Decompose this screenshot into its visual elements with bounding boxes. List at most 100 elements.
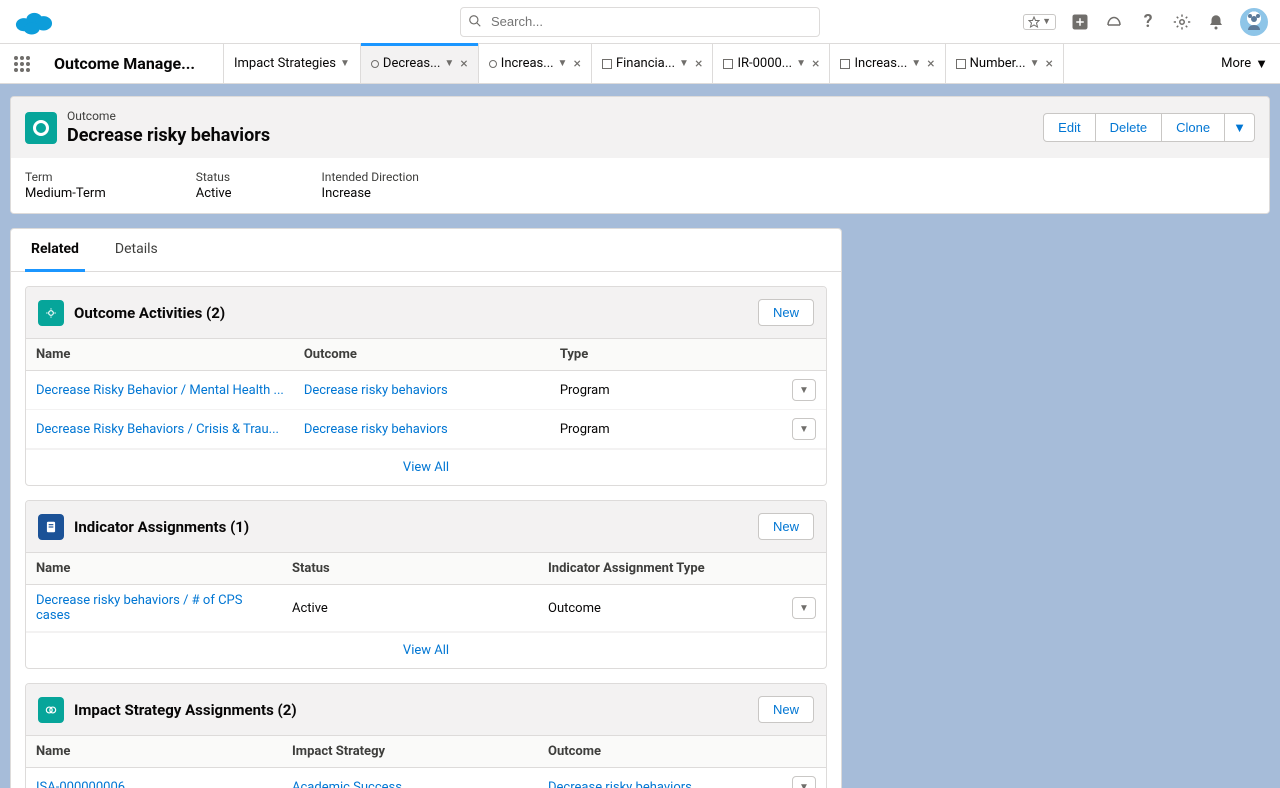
app-launcher-icon[interactable] <box>0 44 44 83</box>
row-actions-button[interactable]: ▼ <box>792 597 816 619</box>
nav-more[interactable]: More ▼ <box>1209 44 1280 83</box>
row-actions-button[interactable]: ▼ <box>792 418 816 440</box>
record-dot-icon <box>489 60 497 68</box>
row-actions-button[interactable]: ▼ <box>792 776 816 788</box>
activity-name-link[interactable]: Decrease Risky Behaviors / Crisis & Trau… <box>36 422 279 437</box>
related-panel: Related Details Outcome Activities (2) N… <box>10 228 842 788</box>
outcome-icon <box>25 112 57 144</box>
record-square-icon <box>840 59 850 69</box>
chevron-down-icon[interactable]: ▼ <box>558 58 568 69</box>
page-background: Outcome Decrease risky behaviors Edit De… <box>0 84 1280 788</box>
impact-strategy-assignments-icon <box>38 697 64 723</box>
col-status: Status <box>282 553 538 585</box>
record-object-label: Outcome <box>67 109 270 123</box>
delete-button[interactable]: Delete <box>1096 113 1163 142</box>
col-name: Name <box>26 339 294 371</box>
app-name: Outcome Manage... <box>44 44 224 83</box>
col-outcome: Outcome <box>294 339 550 371</box>
chevron-down-icon[interactable]: ▼ <box>1030 58 1040 69</box>
workspace-tab[interactable]: Financia... ▼ × <box>592 44 714 83</box>
indicator-assignments-card: Indicator Assignments (1) New Name Statu… <box>25 500 827 669</box>
tab-related[interactable]: Related <box>25 229 85 272</box>
tab-label: Decreas... <box>383 56 440 71</box>
app-nav-bar: Outcome Manage... Impact Strategies ▼ De… <box>0 44 1280 84</box>
activity-outcome-link[interactable]: Decrease risky behaviors <box>304 422 448 437</box>
new-indicator-assignment-button[interactable]: New <box>758 513 814 540</box>
search-input[interactable] <box>460 7 820 37</box>
table-row: Decrease Risky Behaviors / Crisis & Trau… <box>26 410 826 449</box>
nav-impact-strategies[interactable]: Impact Strategies ▼ <box>224 44 361 83</box>
col-type: Indicator Assignment Type <box>538 553 782 585</box>
close-icon[interactable]: × <box>460 56 467 72</box>
chevron-down-icon: ▼ <box>1255 56 1268 72</box>
workspace-tab[interactable]: IR-0000... ▼ × <box>713 44 830 83</box>
record-dot-icon <box>371 60 379 68</box>
indicator-name-link[interactable]: Decrease risky behaviors / # of CPS case… <box>36 593 242 623</box>
edit-button[interactable]: Edit <box>1043 113 1095 142</box>
outcome-activities-card: Outcome Activities (2) New Name Outcome … <box>25 286 827 486</box>
impact-strategy-assignments-card: Impact Strategy Assignments (2) New Name… <box>25 683 827 788</box>
chevron-down-icon[interactable]: ▼ <box>679 58 689 69</box>
indicator-type: Outcome <box>538 585 782 632</box>
salesforce-logo <box>12 7 54 37</box>
col-name: Name <box>26 553 282 585</box>
table-row: ISA-000000006 Academic Success Decrease ri… <box>26 768 826 788</box>
record-square-icon <box>602 59 612 69</box>
view-all-outcome-activities[interactable]: View All <box>403 460 449 475</box>
help-icon[interactable]: ? <box>1138 12 1158 32</box>
tab-label: Financia... <box>616 56 675 71</box>
col-type: Type <box>550 339 782 371</box>
tab-details[interactable]: Details <box>109 229 164 271</box>
activity-outcome-link[interactable]: Decrease risky behaviors <box>304 383 448 398</box>
tab-label: Increas... <box>854 56 907 71</box>
chevron-down-icon[interactable]: ▼ <box>340 58 350 69</box>
workspace-tab[interactable]: Decreas... ▼ × <box>361 44 479 83</box>
close-icon[interactable]: × <box>573 56 580 72</box>
tab-label: Number... <box>970 56 1026 71</box>
record-header-card: Outcome Decrease risky behaviors Edit De… <box>10 96 1270 214</box>
close-icon[interactable]: × <box>1046 56 1053 72</box>
col-name: Name <box>26 736 282 768</box>
direction-label: Intended Direction <box>322 170 419 184</box>
new-outcome-activity-button[interactable]: New <box>758 299 814 326</box>
workspace-tab[interactable]: Increas... ▼ × <box>830 44 945 83</box>
search-icon <box>468 14 482 32</box>
activity-name-link[interactable]: Decrease Risky Behavior / Mental Health … <box>36 383 284 398</box>
close-icon[interactable]: × <box>695 56 702 72</box>
chevron-down-icon[interactable]: ▼ <box>911 58 921 69</box>
favorites-button[interactable]: ▼ <box>1023 14 1056 30</box>
record-tabs: Related Details <box>11 229 841 272</box>
chevron-down-icon[interactable]: ▼ <box>796 58 806 69</box>
indicator-assignments-icon <box>38 514 64 540</box>
add-icon[interactable] <box>1070 12 1090 32</box>
tab-label: IR-0000... <box>737 56 792 71</box>
salesforce-help-icon[interactable] <box>1104 12 1124 32</box>
workspace-tab[interactable]: Number... ▼ × <box>946 44 1064 83</box>
isa-name-link[interactable]: ISA-000000006 <box>36 780 125 788</box>
impact-strategy-assignments-title: Impact Strategy Assignments (2) <box>74 701 297 719</box>
clone-button[interactable]: Clone <box>1162 113 1225 142</box>
record-actions: Edit Delete Clone ▼ <box>1043 113 1255 142</box>
user-avatar[interactable] <box>1240 8 1268 36</box>
workspace-tab[interactable]: Increas... ▼ × <box>479 44 592 83</box>
row-actions-button[interactable]: ▼ <box>792 379 816 401</box>
activity-type: Program <box>550 410 782 449</box>
direction-value: Increase <box>322 186 419 201</box>
activity-type: Program <box>550 371 782 410</box>
close-icon[interactable]: × <box>812 56 819 72</box>
outcome-activities-title: Outcome Activities (2) <box>74 304 225 322</box>
tab-label: Increas... <box>501 56 554 71</box>
setup-gear-icon[interactable] <box>1172 12 1192 32</box>
record-more-actions[interactable]: ▼ <box>1225 113 1255 142</box>
isa-outcome-link[interactable]: Decrease risky behaviors <box>548 780 692 788</box>
record-square-icon <box>956 59 966 69</box>
new-impact-strategy-assignment-button[interactable]: New <box>758 696 814 723</box>
table-row: Decrease risky behaviors / # of CPS case… <box>26 585 826 632</box>
notification-bell-icon[interactable] <box>1206 12 1226 32</box>
status-label: Status <box>196 170 232 184</box>
isa-strategy-link[interactable]: Academic Success <box>292 780 402 788</box>
close-icon[interactable]: × <box>927 56 934 72</box>
col-outcome: Outcome <box>538 736 782 768</box>
view-all-indicator-assignments[interactable]: View All <box>403 643 449 658</box>
chevron-down-icon[interactable]: ▼ <box>444 58 454 69</box>
